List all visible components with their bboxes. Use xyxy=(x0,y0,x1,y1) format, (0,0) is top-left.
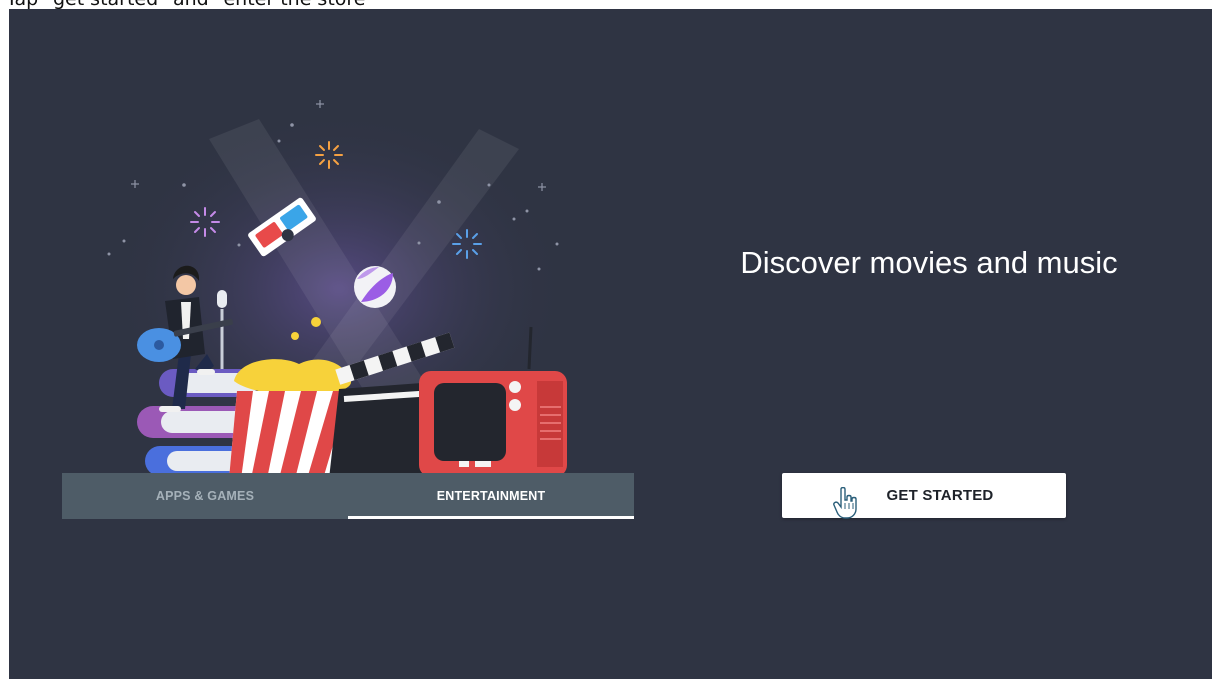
category-tabs: APPS & GAMES ENTERTAINMENT xyxy=(62,473,634,519)
tab-entertainment[interactable]: ENTERTAINMENT xyxy=(348,473,634,519)
tab-apps-games[interactable]: APPS & GAMES xyxy=(62,473,348,519)
hand-pointer-icon xyxy=(833,487,857,519)
beach-ball-icon xyxy=(354,266,396,308)
get-started-button[interactable]: GET STARTED xyxy=(782,473,1066,518)
onboarding-screen: APPS & GAMES ENTERTAINMENT Discover movi… xyxy=(9,9,1212,679)
get-started-label: GET STARTED xyxy=(886,487,994,504)
onboarding-headline: Discover movies and music xyxy=(740,245,1118,280)
entertainment-illustration xyxy=(107,100,569,479)
